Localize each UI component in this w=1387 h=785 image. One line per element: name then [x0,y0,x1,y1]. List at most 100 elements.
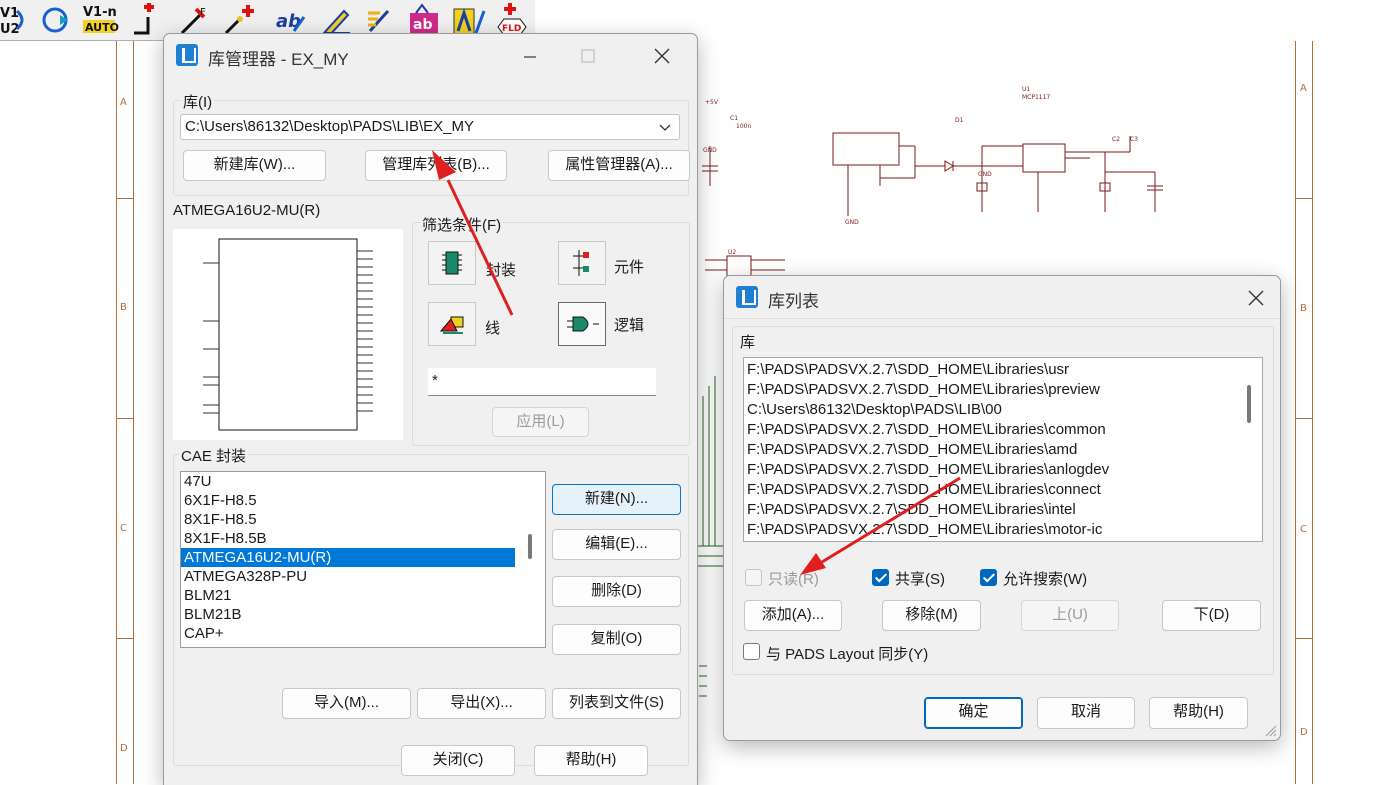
library-path-dropdown[interactable]: C:\Users\86132\Desktop\PADS\LIB\EX_MY [180,114,680,140]
close-icon[interactable] [640,38,684,74]
ref-mcp1117: MCP1117 [1022,94,1051,101]
cancel-button[interactable]: 取消 [1037,697,1135,729]
filter-logic-label: 逻辑 [614,317,645,334]
library-list-item[interactable]: F:\PADS\PADSVX.2.7\SDD_HOME\Libraries\pr… [744,380,1262,400]
maximize-button [566,38,610,74]
library-list-dialog: 库列表 库 F:\PADS\PADSVX.2.7\SDD_HOME\Librar… [723,275,1281,741]
library-list-item[interactable]: F:\PADS\PADSVX.2.7\SDD_HOME\Libraries\mo… [744,520,1262,540]
cae-list-item[interactable]: BLM21B [181,605,545,624]
remove-library-button[interactable]: 移除(M) [882,600,981,631]
new-library-button[interactable]: 新建库(W)... [183,150,326,181]
wand-icon[interactable] [364,3,398,37]
filter-text-input[interactable]: * [428,368,656,396]
v1-v2-icon[interactable]: V1 U2 [0,3,34,37]
cae-list-item[interactable]: ATMEGA328P-PU [181,567,545,586]
minimize-button[interactable] [508,38,552,74]
ref-c2: C2 [1112,136,1121,143]
library-list-item[interactable]: F:\PADS\PADSVX.2.7\SDD_HOME\Libraries\co… [744,420,1262,440]
add-library-button[interactable]: 添加(A)... [744,600,842,631]
edit-part-button[interactable]: 编辑(E)... [552,529,681,560]
add-field-icon[interactable]: F [178,3,212,37]
cae-package-list[interactable]: 47U 6X1F-H8.5 8X1F-H8.5 8X1F-H8.5B ATMEGA16U… [180,471,546,648]
filter-text-value: * [432,372,438,389]
delete-part-button[interactable]: 删除(D) [552,576,681,607]
text-tool-icon[interactable] [452,3,486,37]
library-list-item[interactable]: F:\PADS\PADSVX.2.7\SDD_HOME\Libraries\co… [744,480,1262,500]
move-down-button[interactable]: 下(D) [1162,600,1261,631]
list-to-file-button[interactable]: 列表到文件(S) [552,688,681,719]
power-circuit-drawing [702,132,1163,216]
cae-list-item[interactable]: 47U [181,472,545,491]
library-list-help-button[interactable]: 帮助(H) [1149,697,1248,729]
cae-list-item[interactable]: ATMEGA16U2-MU(R) [181,548,515,567]
sync-pads-layout-checkbox[interactable] [743,643,760,660]
library-list-group-label: 库 [740,334,756,351]
library-list-scrollbar[interactable] [1247,385,1251,423]
ab-edit-icon[interactable]: ab [274,3,308,37]
help-button[interactable]: 帮助(H) [534,745,648,776]
cae-list-scrollbar[interactable] [528,534,532,559]
cae-list-item[interactable]: 8X1F-H8.5 [181,510,545,529]
manage-library-list-button[interactable]: 管理库列表(B)... [365,150,507,181]
library-list-item[interactable]: F:\PADS\PADSVX.2.7\SDD_HOME\Libraries\us… [744,360,1262,380]
ok-button[interactable]: 确定 [924,697,1023,729]
zone-right-c: C [1300,524,1307,535]
edit-pen-icon[interactable] [320,3,354,39]
allow-search-checkbox[interactable] [980,569,997,586]
filter-logic-button[interactable] [558,302,606,346]
zone-right-a: A [1300,83,1307,94]
cae-list-item[interactable]: 8X1F-H8.5B [181,529,545,548]
library-list-item[interactable]: F:\PADS\PADSVX.2.7\SDD_HOME\Libraries\an… [744,460,1262,480]
filter-line-label: 线 [485,320,501,337]
svg-text:AUTO: AUTO [85,21,119,34]
svg-text:V1-n: V1-n [83,5,117,20]
filter-part-label: 元件 [614,259,645,276]
part-icon [573,250,589,276]
move-up-button[interactable]: 上(U) [1021,600,1119,631]
cae-package-label: CAE 封装 [179,445,249,466]
zone-left-c: C [120,523,127,534]
add-part-icon[interactable] [222,3,256,37]
zone-left-a: A [120,97,127,108]
close-button[interactable]: 关闭(C) [401,745,515,776]
svg-text:F: F [200,7,206,18]
ref-c3: C3 [1130,136,1139,143]
ref-u2: U2 [728,249,737,256]
filter-package-button[interactable] [428,241,476,285]
library-label: 库(I) [181,91,215,112]
shared-checkbox[interactable] [872,569,889,586]
copy-part-button[interactable]: 复制(O) [552,624,681,655]
lib-ab-icon[interactable]: ab [408,3,442,37]
add-pin-icon[interactable] [130,2,164,37]
library-manager-dialog: 库管理器 - EX_MY 库(I) C:\Users\86132\Desktop… [163,33,698,785]
attribute-manager-button[interactable]: 属性管理器(A)... [548,150,690,181]
export-button[interactable]: 导出(X)... [417,688,546,719]
library-app-icon [176,44,198,66]
rotate-icon[interactable] [38,3,72,37]
cae-list-item[interactable]: 6X1F-H8.5 [181,491,545,510]
import-button[interactable]: 导入(M)... [282,688,411,719]
readonly-checkbox[interactable] [745,569,762,586]
filter-line-button[interactable] [428,302,476,346]
library-list-item[interactable]: F:\PADS\PADSVX.2.7\SDD_HOME\Libraries\in… [744,500,1262,520]
library-list-app-icon [736,286,758,308]
shared-label: 共享(S) [895,571,945,588]
new-part-button[interactable]: 新建(N)... [552,484,681,515]
cae-list-item[interactable]: BLM21 [181,586,545,605]
library-path-list[interactable]: F:\PADS\PADSVX.2.7\SDD_HOME\Libraries\us… [743,357,1263,542]
apply-filter-button[interactable]: 应用(L) [492,407,589,437]
library-list-item[interactable]: F:\PADS\PADSVX.2.7\SDD_HOME\Libraries\am… [744,440,1262,460]
fld-icon[interactable]: FLD [494,3,528,37]
zone-right-b: B [1300,303,1307,314]
cae-list-item[interactable]: CAP+ [181,624,545,643]
ref-100n: 100n [736,123,752,130]
v1-n-auto-icon[interactable]: V1-n AUTO [82,3,120,37]
filter-part-button[interactable] [558,241,606,285]
logic-gate-icon [567,316,599,332]
resize-grip-icon[interactable] [1264,724,1278,738]
package-chip-icon [442,251,462,275]
chevron-down-icon [659,124,671,131]
library-path-value: C:\Users\86132\Desktop\PADS\LIB\EX_MY [185,118,475,135]
library-list-item[interactable]: C:\Users\86132\Desktop\PADS\LIB\00 [744,400,1262,420]
library-list-close-icon[interactable] [1234,280,1278,316]
